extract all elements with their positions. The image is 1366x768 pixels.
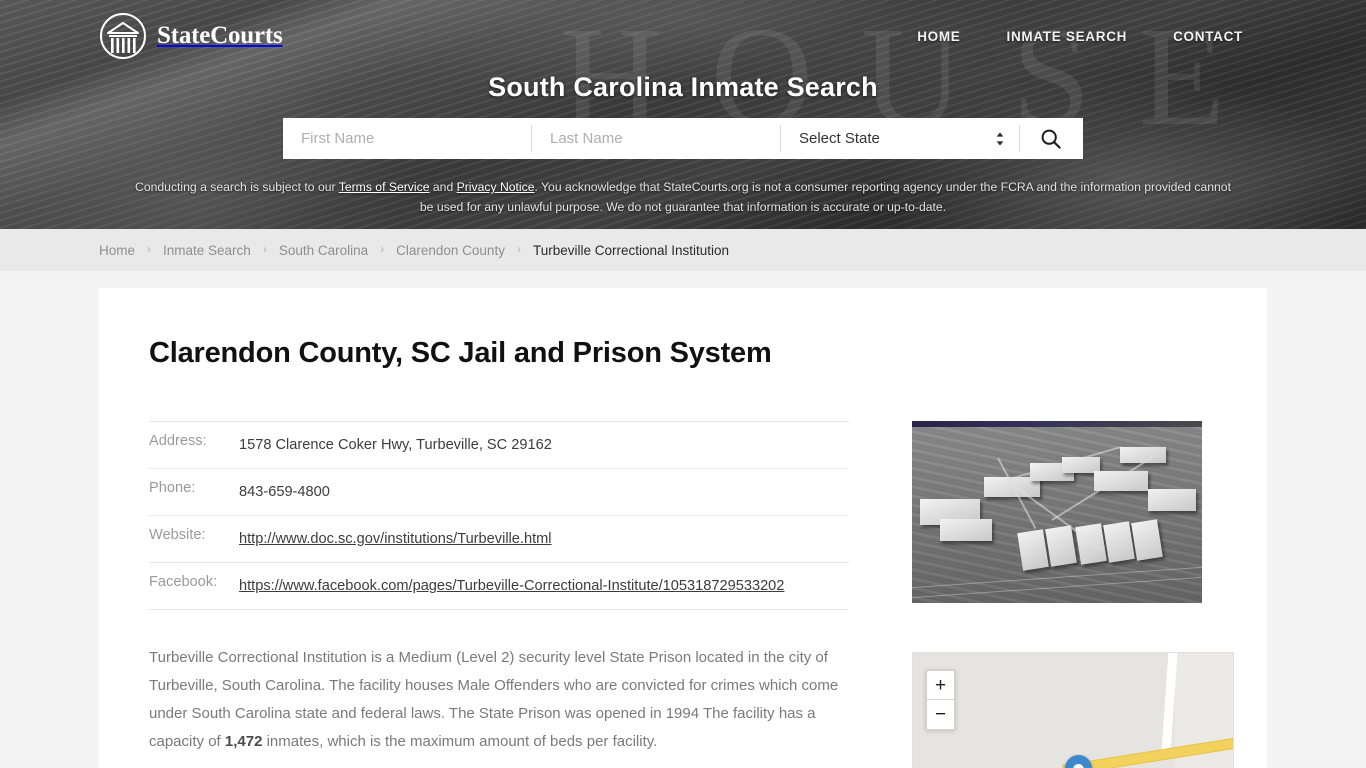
description-text-after: inmates, which is the maximum amount of … — [262, 733, 658, 750]
breadcrumb-item-inmate-search[interactable]: Inmate Search — [163, 243, 251, 258]
breadcrumb-bar: Home › Inmate Search › South Carolina › … — [0, 229, 1366, 271]
facility-website-link[interactable]: http://www.doc.sc.gov/institutions/Turbe… — [239, 531, 552, 547]
map-pin-icon[interactable] — [1065, 755, 1092, 768]
inmate-search-form: Select State — [283, 118, 1083, 159]
first-name-input[interactable] — [283, 118, 531, 159]
facility-aerial-photo — [912, 421, 1202, 603]
breadcrumb-item-home[interactable]: Home — [99, 243, 135, 258]
table-row: Website: http://www.doc.sc.gov/instituti… — [149, 516, 849, 563]
map-zoom-in-button[interactable]: + — [927, 671, 954, 700]
breadcrumb-item-clarendon-county[interactable]: Clarendon County — [396, 243, 505, 258]
table-row: Facebook: https://www.facebook.com/pages… — [149, 563, 849, 610]
breadcrumb: Home › Inmate Search › South Carolina › … — [99, 242, 730, 258]
nav-item-home[interactable]: HOME — [894, 27, 983, 47]
search-submit-button[interactable] — [1020, 118, 1082, 159]
info-value-phone: 843-659-4800 — [239, 484, 330, 500]
breadcrumb-separator-icon: › — [262, 242, 267, 256]
breadcrumb-separator-icon: › — [147, 242, 152, 256]
facility-detail-card: Clarendon County, SC Jail and Prison Sys… — [99, 288, 1267, 768]
breadcrumb-separator-icon: › — [380, 242, 385, 256]
info-label-phone: Phone: — [149, 480, 196, 496]
nav-item-inmate-search[interactable]: INMATE SEARCH — [984, 27, 1151, 47]
page-title: Clarendon County, SC Jail and Prison Sys… — [149, 337, 772, 369]
info-value-website-cell: http://www.doc.sc.gov/institutions/Turbe… — [239, 516, 849, 563]
info-label-website: Website: — [149, 527, 206, 543]
site-header: HOUSE StateCourts HOME INMATE SEARCH CON… — [0, 0, 1366, 229]
terms-of-service-link[interactable]: Terms of Service — [339, 180, 430, 194]
table-row: Address: 1578 Clarence Coker Hwy, Turbev… — [149, 421, 849, 469]
nav-item-contact[interactable]: CONTACT — [1150, 27, 1266, 47]
facility-info-column: Address: 1578 Clarence Coker Hwy, Turbev… — [149, 421, 851, 768]
map-zoom-out-button[interactable]: − — [927, 700, 954, 729]
search-disclaimer: Conducting a search is subject to our Te… — [133, 177, 1233, 217]
breadcrumb-item-current: Turbeville Correctional Institution — [532, 242, 730, 258]
facility-capacity-value: 1,472 — [224, 733, 263, 750]
info-label-address: Address: — [149, 433, 207, 449]
disclaimer-part-3: . You acknowledge that StateCourts.org i… — [419, 180, 1231, 214]
table-row: Phone: 843-659-4800 — [149, 469, 849, 516]
page-body: Clarendon County, SC Jail and Prison Sys… — [0, 271, 1366, 768]
map-zoom-controls: + − — [925, 669, 956, 731]
breadcrumb-item-south-carolina[interactable]: South Carolina — [279, 243, 368, 258]
main-navigation: HOME INMATE SEARCH CONTACT — [894, 27, 1266, 47]
site-logo[interactable]: StateCourts — [99, 12, 283, 60]
privacy-notice-link[interactable]: Privacy Notice — [457, 180, 535, 194]
facility-facebook-link[interactable]: https://www.facebook.com/pages/Turbevill… — [239, 578, 784, 594]
facility-info-table: Address: 1578 Clarence Coker Hwy, Turbev… — [149, 421, 849, 610]
state-select[interactable]: Select State — [781, 118, 1019, 159]
facility-media-column: + − — [851, 421, 1234, 768]
disclaimer-part-2: and — [429, 180, 457, 194]
breadcrumb-separator-icon: › — [516, 242, 521, 256]
courthouse-columns-icon — [100, 13, 146, 59]
site-logo-text: StateCourts — [157, 22, 283, 49]
info-label-facebook: Facebook: — [149, 574, 218, 590]
magnifier-icon — [1041, 129, 1061, 149]
state-select-wrapper: Select State — [781, 118, 1019, 159]
info-value-facebook-cell: https://www.facebook.com/pages/Turbevill… — [239, 563, 849, 610]
hero-title: South Carolina Inmate Search — [488, 72, 878, 102]
photo-ground — [912, 427, 1202, 603]
facility-description: Turbeville Correctional Institution is a… — [149, 644, 849, 756]
last-name-input[interactable] — [532, 118, 780, 159]
disclaimer-part-1: Conducting a search is subject to our — [135, 180, 339, 194]
info-value-address: 1578 Clarence Coker Hwy, Turbeville, SC … — [239, 437, 552, 453]
facility-location-map[interactable]: + − — [912, 652, 1234, 768]
